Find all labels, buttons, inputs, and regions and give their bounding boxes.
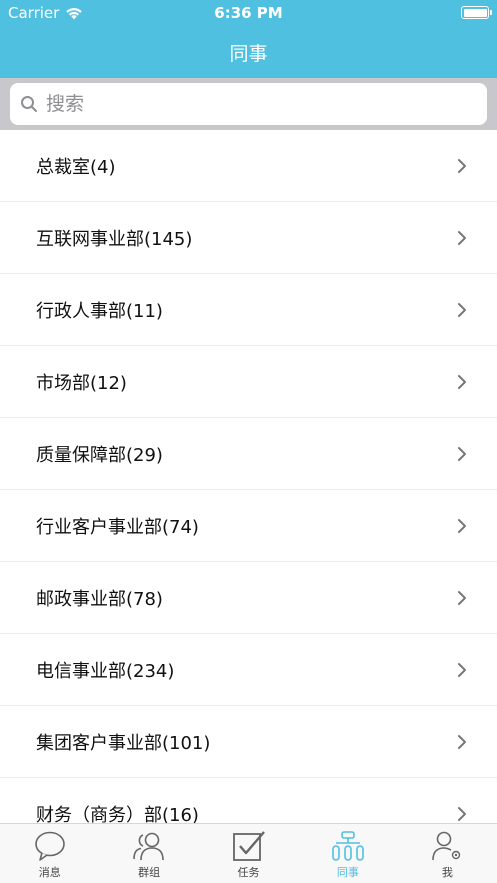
search-box[interactable] (10, 83, 487, 125)
task-icon (232, 831, 265, 861)
department-row[interactable]: 市场部(12) (0, 346, 497, 418)
profile-icon (432, 831, 461, 861)
tab-label: 任务 (237, 866, 260, 879)
department-label: 总裁室(4) (36, 156, 116, 178)
department-row[interactable]: 总裁室(4) (0, 130, 497, 202)
department-row[interactable]: 集团客户事业部(101) (0, 706, 497, 778)
department-label: 互联网事业部(145) (36, 228, 193, 250)
tab-label: 消息 (38, 866, 61, 879)
battery-icon (461, 6, 492, 19)
status-bar: Carrier 6:36 PM (0, 0, 497, 26)
page-title: 同事 (229, 42, 268, 65)
chevron-right-icon (458, 662, 466, 677)
message-icon (34, 831, 65, 861)
department-row[interactable]: 互联网事业部(145) (0, 202, 497, 274)
department-row[interactable]: 财务（商务）部(16) (0, 778, 497, 823)
department-row[interactable]: 行政人事部(11) (0, 274, 497, 346)
department-row[interactable]: 质量保障部(29) (0, 418, 497, 490)
tab-label: 群组 (138, 866, 161, 879)
department-row[interactable]: 邮政事业部(78) (0, 562, 497, 634)
department-row[interactable]: 电信事业部(234) (0, 634, 497, 706)
search-bar (0, 78, 497, 130)
department-label: 市场部(12) (36, 372, 127, 394)
chevron-right-icon (458, 734, 466, 749)
status-time: 6:36 PM (214, 4, 283, 22)
chevron-right-icon (458, 302, 466, 317)
department-label: 质量保障部(29) (36, 444, 163, 466)
colleague-icon (332, 831, 364, 861)
department-label: 邮政事业部(78) (36, 588, 163, 610)
tab-label: 同事 (336, 866, 359, 879)
tab-bar: 消息 群组 任务 同事 我 (0, 823, 497, 883)
chevron-right-icon (458, 158, 466, 173)
group-icon (133, 832, 164, 861)
department-label: 电信事业部(234) (36, 660, 175, 682)
department-label: 行政人事部(11) (36, 300, 163, 322)
nav-bar: 同事 (0, 26, 497, 78)
search-icon (21, 96, 37, 112)
chevron-right-icon (458, 230, 466, 245)
tab-me[interactable]: 我 (398, 824, 497, 883)
tab-tasks[interactable]: 任务 (199, 824, 298, 883)
tab-messages[interactable]: 消息 (0, 824, 99, 883)
department-label: 集团客户事业部(101) (36, 732, 211, 754)
search-input[interactable] (46, 93, 446, 115)
department-row[interactable]: 行业客户事业部(74) (0, 490, 497, 562)
tab-colleagues[interactable]: 同事 (298, 824, 397, 883)
chevron-right-icon (458, 590, 466, 605)
department-label: 财务（商务）部(16) (36, 804, 199, 824)
chevron-right-icon (458, 518, 466, 533)
chevron-right-icon (458, 374, 466, 389)
tab-label: 我 (441, 866, 453, 879)
department-label: 行业客户事业部(74) (36, 516, 199, 538)
department-list: 总裁室(4) 互联网事业部(145) 行政人事部(11) 市场部(12) 质量保… (0, 130, 497, 823)
tab-groups[interactable]: 群组 (99, 824, 198, 883)
chevron-right-icon (458, 806, 466, 821)
chevron-right-icon (458, 446, 466, 461)
